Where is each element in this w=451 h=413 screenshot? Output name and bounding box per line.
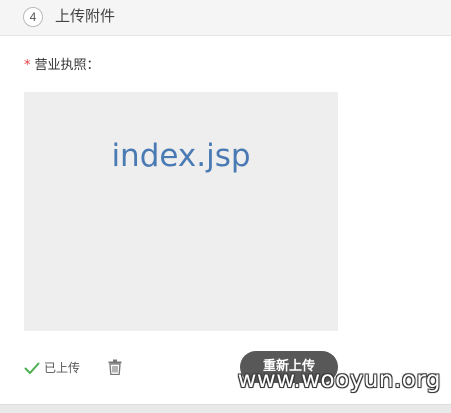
required-mark: *: [24, 58, 31, 73]
field-label-text: 营业执照：: [34, 58, 100, 73]
check-icon: [24, 362, 40, 374]
preview-filename: index.jsp: [111, 138, 251, 174]
reupload-button[interactable]: 重新上传: [240, 351, 338, 383]
step-number-badge: 4: [23, 7, 43, 27]
upload-status: 已上传: [24, 358, 80, 378]
business-license-label: * 营业执照：: [24, 57, 100, 75]
upload-status-text: 已上传: [44, 361, 81, 375]
section-title: 上传附件: [55, 7, 116, 25]
upload-preview[interactable]: index.jsp: [24, 92, 338, 331]
trash-icon[interactable]: [108, 359, 122, 375]
section-header: 4 上传附件: [0, 0, 451, 36]
